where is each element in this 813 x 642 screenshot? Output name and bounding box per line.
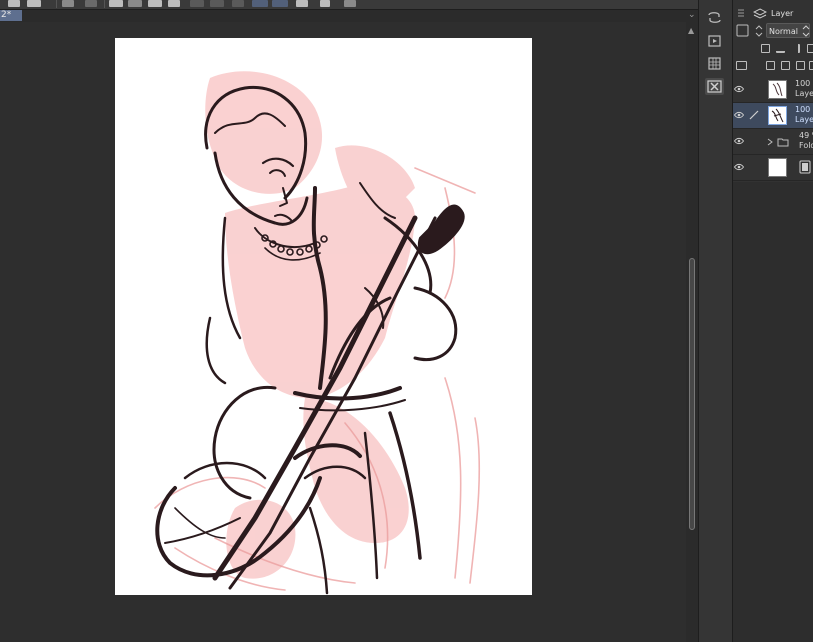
device-icon[interactable] (320, 0, 330, 7)
folder-icon (777, 138, 789, 147)
layer-thumbnail (768, 106, 787, 125)
layer-info: 49 % Folder (799, 131, 813, 151)
transform-icon[interactable] (705, 9, 724, 26)
new-folder-icon[interactable] (796, 61, 805, 70)
layer-item[interactable]: 100 % Layer (733, 77, 813, 103)
drawing-paper[interactable] (115, 38, 532, 595)
layer-panel: Layer Normal 100 % Layer (732, 0, 813, 642)
chevron-up-down-icon[interactable] (802, 24, 810, 38)
layer-list-icon[interactable] (736, 61, 747, 70)
layer-property-icon[interactable] (705, 55, 724, 72)
clear-icon[interactable] (109, 0, 123, 7)
toolbar-separator (104, 0, 105, 8)
menu-icon[interactable] (737, 8, 745, 18)
help-icon[interactable] (344, 0, 356, 7)
reference-layer-icon[interactable] (776, 44, 785, 53)
spinner-icon[interactable] (755, 24, 763, 38)
draft-layer-icon[interactable] (791, 44, 800, 53)
clip-layer-icon[interactable] (761, 44, 770, 53)
save-icon[interactable] (27, 0, 41, 7)
blend-mode-value: Normal (769, 27, 798, 36)
layer-opacity: 100 % (795, 79, 813, 88)
fill-icon[interactable] (128, 0, 142, 7)
layer-list-empty-area[interactable] (733, 182, 813, 642)
document-tab-strip (0, 10, 698, 22)
layer-name: Layer (795, 89, 813, 98)
layer-icon (753, 8, 767, 19)
eye-icon[interactable] (734, 137, 744, 145)
eye-icon[interactable] (734, 111, 744, 119)
ruler-icon[interactable] (296, 0, 308, 7)
transform-icon[interactable] (148, 0, 162, 7)
paper-icon (799, 160, 811, 174)
eye-icon[interactable] (734, 163, 744, 171)
pen-icon (749, 110, 759, 120)
new-vector-layer-icon[interactable] (781, 61, 790, 70)
animation-icon[interactable] (705, 32, 724, 49)
chevron-right-icon[interactable] (767, 138, 773, 146)
new-raster-layer-icon[interactable] (766, 61, 775, 70)
layer-item[interactable]: 100 % Layer (733, 103, 813, 129)
sketch-artwork (154, 71, 481, 595)
lock-icon[interactable] (807, 44, 813, 53)
layer-mask-icon[interactable] (809, 61, 813, 70)
panel-tool-column (698, 0, 732, 642)
layer-opacity: 100 % (795, 105, 813, 114)
undo-icon[interactable] (62, 0, 74, 7)
layer-folder[interactable]: 49 % Folder (733, 129, 813, 155)
panel-title[interactable]: Layer (771, 9, 793, 18)
paper-layer[interactable] (733, 155, 813, 181)
scrollbar-thumb[interactable] (689, 258, 695, 530)
layer-options-row (733, 42, 813, 56)
layer-info: 100 % Layer (795, 105, 813, 125)
invert-selection-icon[interactable] (210, 0, 224, 7)
command-bar (0, 0, 698, 10)
deselect-icon[interactable] (190, 0, 204, 7)
eye-icon[interactable] (734, 85, 744, 93)
new-file-icon[interactable] (8, 0, 20, 7)
layer-thumbnail (768, 80, 787, 99)
ruler-snap-icon[interactable] (272, 0, 288, 7)
layer-tools-row (733, 59, 813, 73)
layer-name: Folder (799, 141, 813, 150)
vertical-scrollbar[interactable]: ▲ (686, 22, 698, 642)
redo-icon[interactable] (85, 0, 97, 7)
layer-name: Layer (795, 115, 813, 124)
document-tab[interactable]: 2* (0, 10, 22, 21)
selection-icon[interactable] (232, 0, 244, 7)
blending-toggle-icon[interactable] (736, 24, 750, 38)
snap-icon[interactable] (252, 0, 268, 7)
chevron-down-icon[interactable]: ⌄ (688, 10, 696, 21)
crop-icon[interactable] (168, 0, 180, 7)
paper-thumbnail (768, 158, 787, 177)
toolbar-separator (56, 0, 57, 8)
layer-info: 100 % Layer (795, 79, 813, 99)
chevron-up-icon[interactable]: ▲ (688, 26, 694, 35)
delete-icon[interactable] (705, 78, 724, 95)
layer-opacity: 49 % (799, 131, 813, 140)
